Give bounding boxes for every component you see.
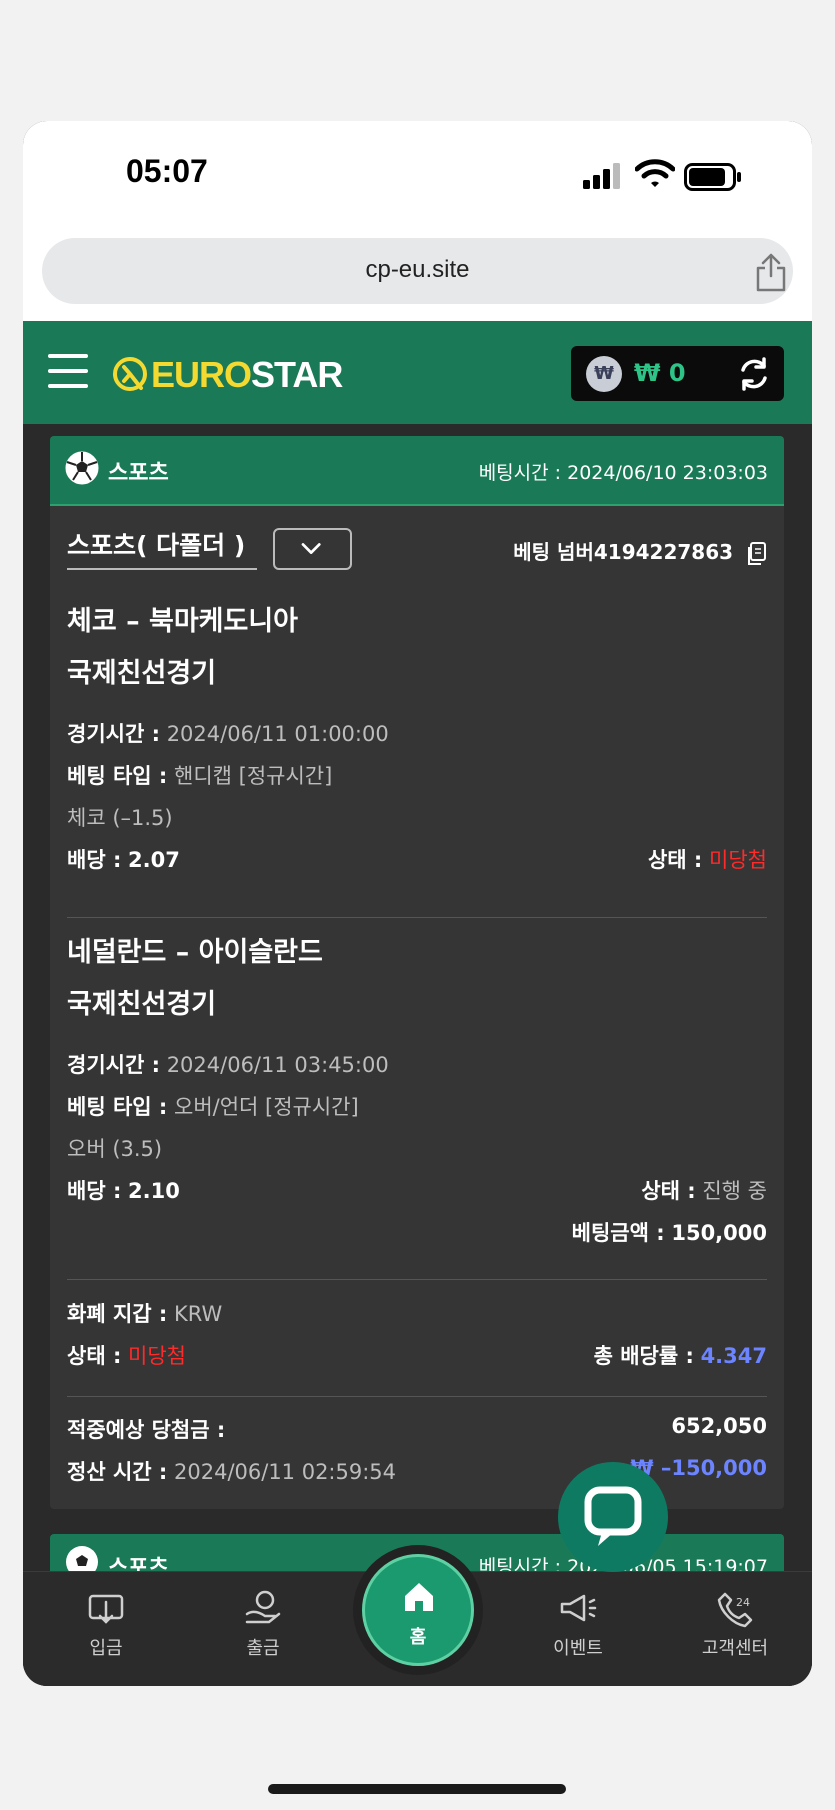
megaphone-icon bbox=[560, 1594, 597, 1622]
bet-type-row: 베팅 타입 : 오버/언더 [정규시간] bbox=[67, 1095, 359, 1119]
url-text[interactable]: cp-eu.site bbox=[42, 256, 793, 284]
nav-label: 고객센터 bbox=[701, 1638, 769, 1659]
stake-row: 베팅금액 : 150,000 bbox=[571, 1221, 767, 1245]
expected-win-row: 적중예상 당첨금 : 652,050 bbox=[67, 1414, 767, 1442]
won-coin-icon: ₩ bbox=[586, 356, 622, 392]
match-title: 네덜란드 – 아이슬란드 bbox=[67, 937, 323, 968]
match-time-row: 경기시간 : 2024/06/11 03:45:00 bbox=[67, 1053, 389, 1077]
copy-icon[interactable] bbox=[746, 541, 766, 566]
match-item: 체코 – 북마케도니아 국제친선경기 경기시간 : 2024/06/11 01:… bbox=[67, 596, 767, 886]
battery-icon bbox=[684, 163, 741, 191]
bet-card: 스포츠 베팅시간 : 2024/06/10 23:03:03 스포츠( 다폴더 … bbox=[50, 436, 784, 1509]
deposit-icon bbox=[88, 1594, 124, 1624]
status-badge: 진행 중 bbox=[702, 1179, 767, 1203]
status-time: 05:07 bbox=[126, 153, 208, 189]
balance-amount: ₩ 0 bbox=[634, 359, 686, 387]
wallet-balance[interactable]: ₩ ₩ 0 bbox=[571, 346, 784, 401]
bet-number: 베팅 넘버4194227863 bbox=[513, 536, 766, 566]
chevron-down-icon bbox=[301, 543, 321, 554]
bet-time: 베팅시간 : 2024/06/10 23:03:03 bbox=[478, 462, 768, 484]
phone-screen: 05:07 cp-eu.site EUROSTAR ₩ ₩ 0 스포츠 베팅시간… bbox=[23, 121, 812, 1686]
currency-row: 화폐 지갑 : KRW bbox=[67, 1302, 223, 1326]
nav-withdraw[interactable]: 출금 bbox=[203, 1588, 323, 1660]
bet-card-header: 스포츠 베팅시간 : 2024/06/10 23:03:03 bbox=[50, 436, 784, 506]
pick-row: 체코 (–1.5) bbox=[67, 806, 173, 830]
status-badge: 미당첨 bbox=[709, 848, 767, 872]
chat-bubble-icon bbox=[584, 1486, 642, 1546]
refresh-icon[interactable] bbox=[736, 356, 772, 392]
status-badge: 미당첨 bbox=[128, 1344, 187, 1368]
card-title: 스포츠 bbox=[108, 461, 169, 486]
pick-row: 오버 (3.5) bbox=[67, 1137, 163, 1161]
chat-button[interactable] bbox=[558, 1462, 668, 1572]
browser-bar: cp-eu.site bbox=[23, 236, 812, 321]
share-icon[interactable] bbox=[754, 252, 788, 292]
bet-summary: 화폐 지갑 : KRW 상태 : 미당첨 총 배당률 : 4.347 bbox=[67, 1298, 767, 1382]
eurostar-logo-icon bbox=[113, 357, 147, 391]
nav-support[interactable]: 24 고객센터 bbox=[675, 1588, 795, 1660]
odds-status-row: 배당 : 2.10 상태 : 진행 중 bbox=[67, 1179, 767, 1203]
support-24-icon: 24 bbox=[717, 1592, 753, 1628]
site-header: EUROSTAR ₩ ₩ 0 bbox=[23, 321, 812, 424]
nav-label: 홈 bbox=[409, 1627, 427, 1648]
bet-type-dropdown[interactable] bbox=[273, 528, 352, 570]
match-title: 체코 – 북마케도니아 bbox=[67, 606, 299, 637]
divider bbox=[67, 1396, 767, 1397]
divider bbox=[67, 917, 767, 918]
match-item: 네덜란드 – 아이슬란드 국제친선경기 경기시간 : 2024/06/11 03… bbox=[67, 927, 767, 1259]
match-time-row: 경기시간 : 2024/06/11 01:00:00 bbox=[67, 722, 389, 746]
hamburger-menu-icon[interactable] bbox=[48, 354, 88, 394]
home-icon bbox=[405, 1583, 433, 1611]
site-logo[interactable]: EUROSTAR bbox=[151, 354, 343, 396]
cellular-signal-icon bbox=[583, 163, 620, 189]
withdraw-icon bbox=[245, 1590, 281, 1624]
match-league: 국제친선경기 bbox=[67, 989, 217, 1020]
wifi-icon bbox=[635, 159, 675, 187]
svg-text:24: 24 bbox=[736, 1596, 750, 1609]
soccer-ball-icon bbox=[65, 451, 99, 485]
bet-type-selector-label: 스포츠( 다폴더 ) bbox=[67, 526, 257, 570]
divider bbox=[67, 1279, 767, 1280]
address-bar[interactable]: cp-eu.site bbox=[42, 238, 793, 304]
summary-status-row: 상태 : 미당첨 총 배당률 : 4.347 bbox=[67, 1344, 767, 1368]
odds-status-row: 배당 : 2.07 상태 : 미당첨 bbox=[67, 848, 767, 872]
match-league: 국제친선경기 bbox=[67, 658, 217, 689]
nav-label: 입금 bbox=[89, 1638, 123, 1659]
home-indicator bbox=[268, 1784, 566, 1794]
status-bar: 05:07 bbox=[23, 121, 812, 236]
nav-deposit[interactable]: 입금 bbox=[46, 1588, 166, 1660]
bet-history-list: 스포츠 베팅시간 : 2024/06/10 23:03:03 스포츠( 다폴더 … bbox=[23, 424, 812, 1686]
nav-event[interactable]: 이벤트 bbox=[518, 1588, 638, 1660]
bet-type-row: 베팅 타입 : 핸디캡 [정규시간] bbox=[67, 764, 333, 788]
nav-label: 이벤트 bbox=[553, 1638, 603, 1659]
nav-label: 출금 bbox=[246, 1638, 280, 1659]
home-button[interactable]: 홈 bbox=[353, 1545, 483, 1675]
